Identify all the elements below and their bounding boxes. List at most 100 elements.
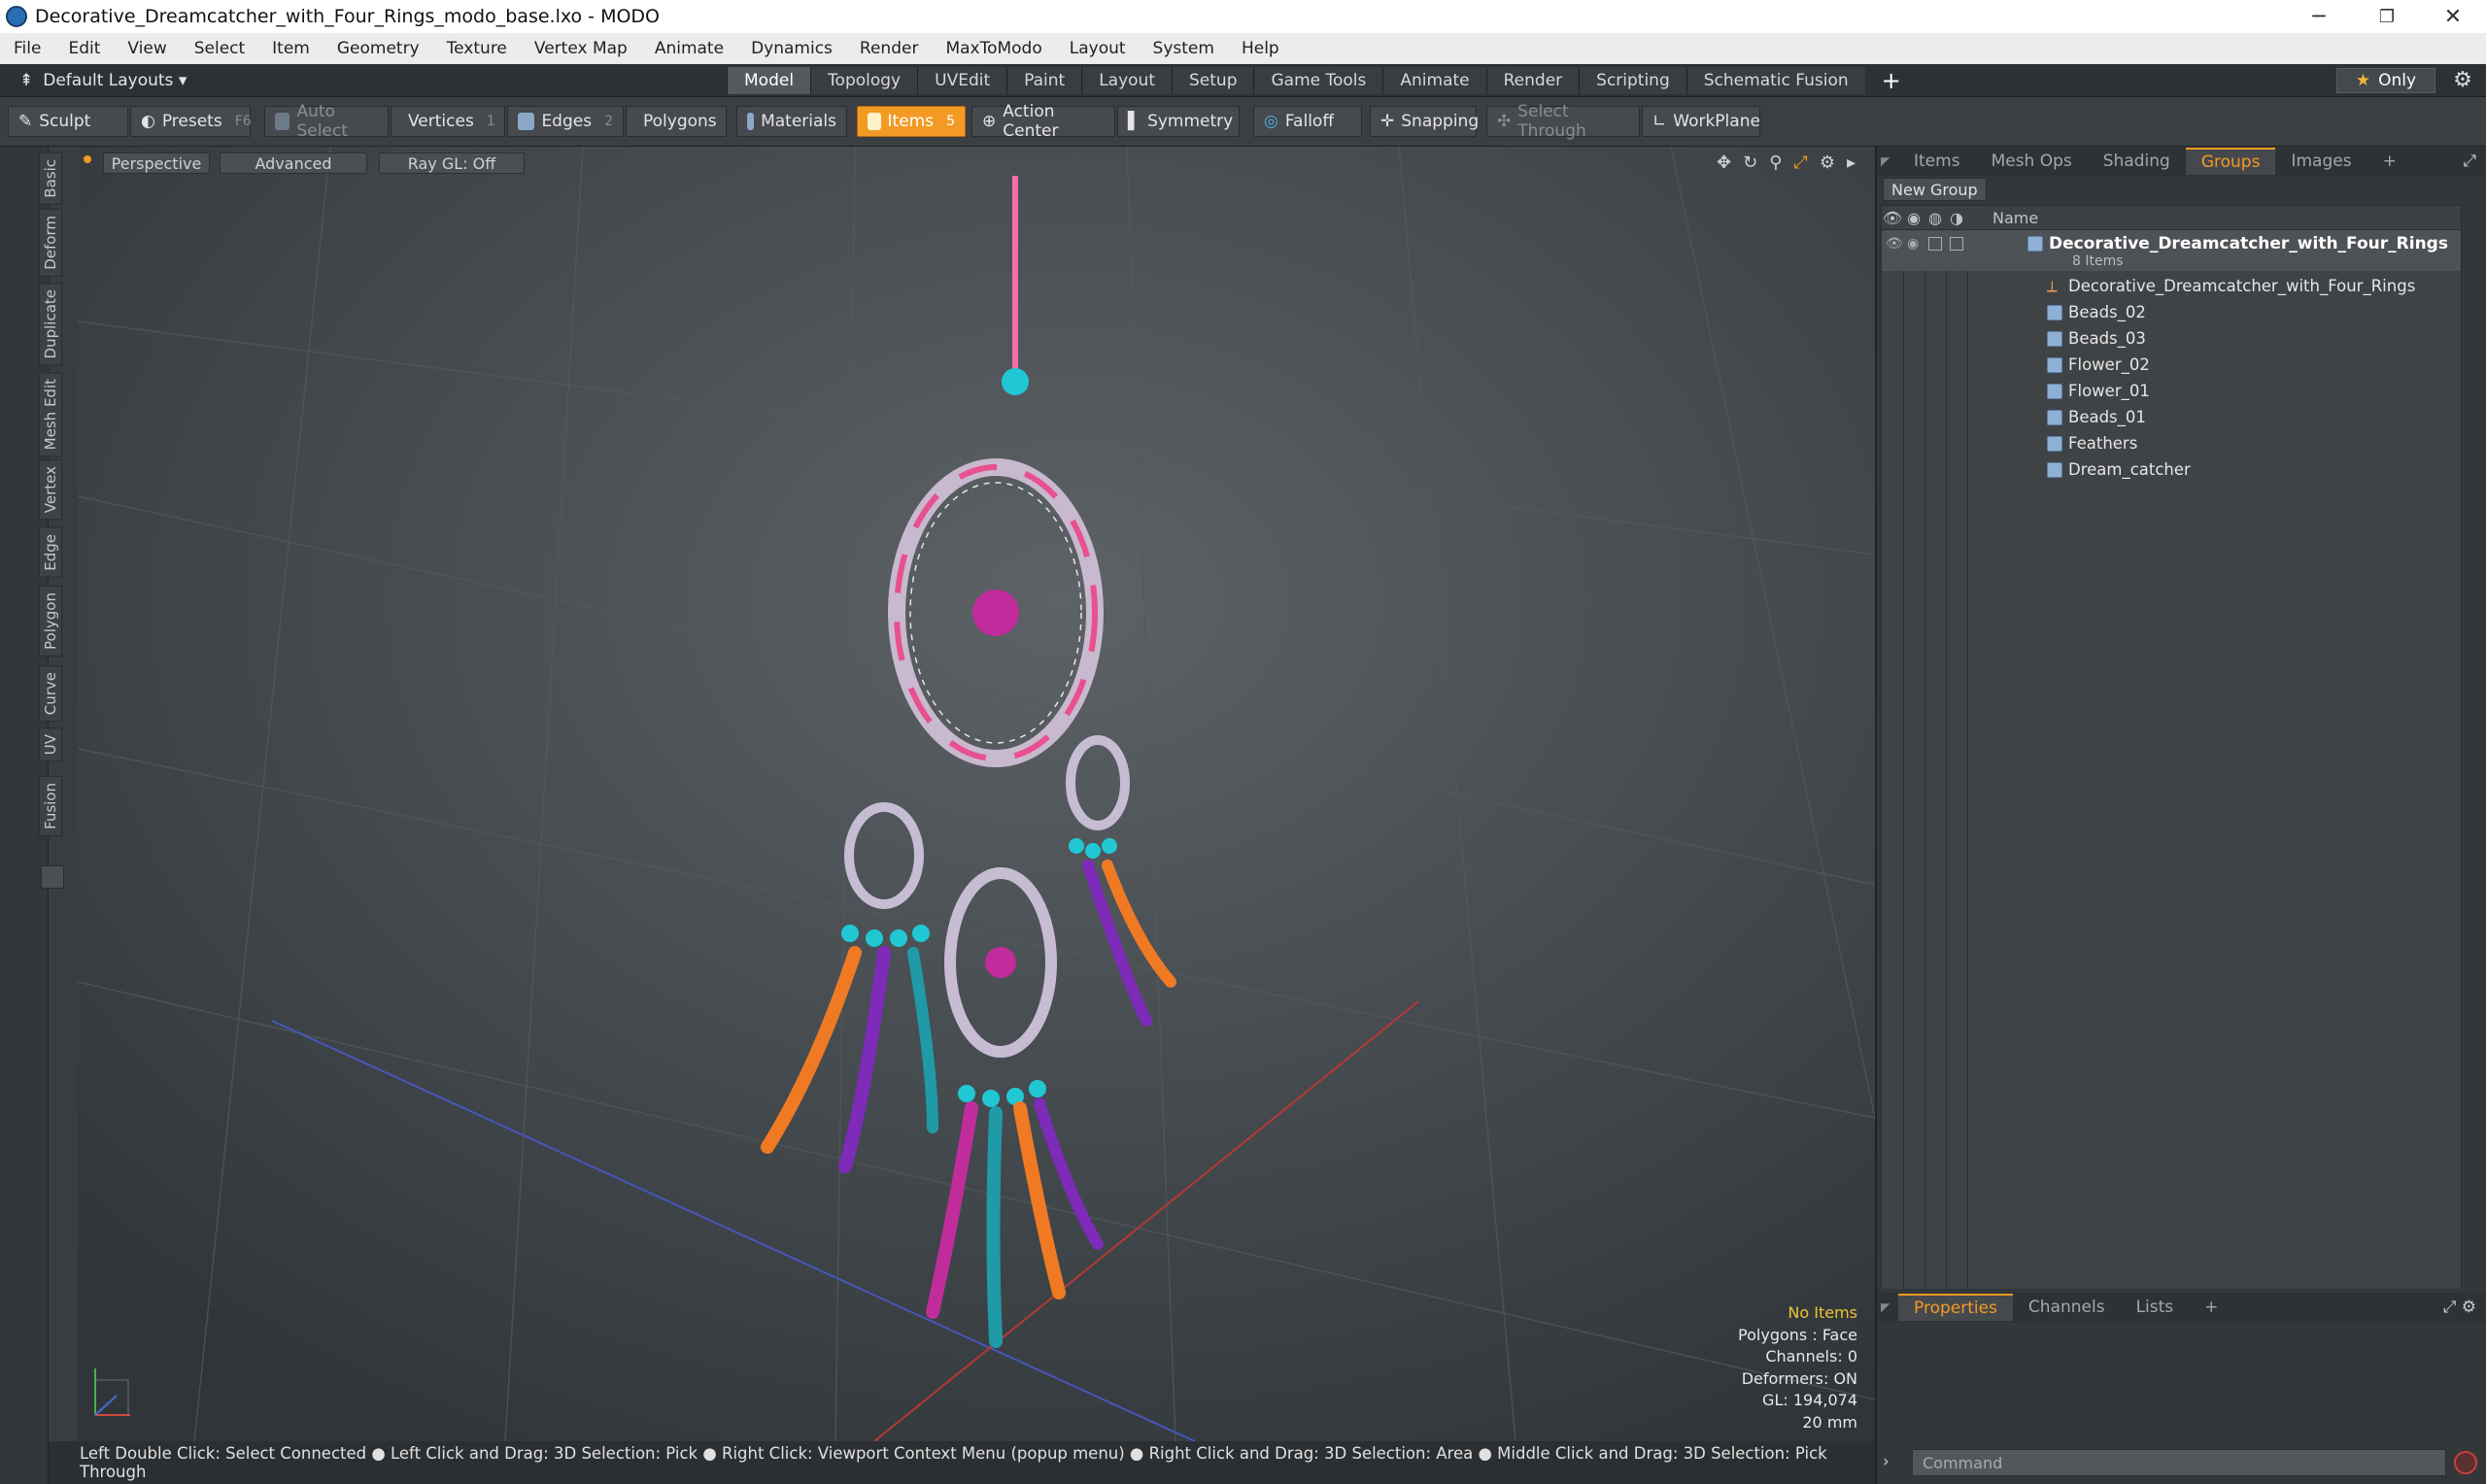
3d-viewport[interactable]: Perspective Advanced Ray GL: Off ✥ ↻ ⚲ ⤢…	[78, 147, 1875, 1441]
panel-expand-icon[interactable]: ⤢	[2463, 152, 2486, 171]
presets-button[interactable]: ◐ Presets F6	[130, 106, 252, 137]
falloff-button[interactable]: ◎ Falloff	[1253, 106, 1362, 137]
vtab-curve[interactable]: Curve	[39, 665, 62, 723]
menu-render[interactable]: Render	[846, 39, 933, 58]
tab-layout[interactable]: Layout	[1081, 67, 1172, 94]
tab-items[interactable]: Items	[1898, 148, 1976, 175]
items-button[interactable]: Items 5	[857, 106, 966, 137]
tab-lists[interactable]: Lists	[2121, 1294, 2190, 1321]
add-tab-button[interactable]: +	[1865, 67, 1918, 94]
vtab-edge[interactable]: Edge	[39, 527, 62, 578]
group-render-icon[interactable]: ◉	[1907, 236, 1919, 252]
raygl-dropdown[interactable]: Ray GL: Off	[379, 152, 525, 174]
tab-paint[interactable]: Paint	[1006, 67, 1082, 94]
tab-mesh-ops[interactable]: Mesh Ops	[1976, 148, 2088, 175]
select-through-button[interactable]: ✣ Select Through	[1486, 102, 1640, 141]
viewport-menu-arrow-icon[interactable]: ▸	[1847, 152, 1856, 173]
vtab-fusion[interactable]: Fusion	[39, 776, 62, 836]
menu-system[interactable]: System	[1140, 39, 1228, 58]
select-col-icon[interactable]: ◑	[1946, 209, 1967, 227]
vtab-polygon[interactable]: Polygon	[39, 586, 62, 657]
panel-collapse-icon[interactable]: ◤	[1877, 154, 1898, 168]
record-icon[interactable]	[2454, 1451, 2477, 1474]
menu-geometry[interactable]: Geometry	[324, 39, 433, 58]
vtab-vertex[interactable]: Vertex	[39, 459, 62, 521]
snapping-button[interactable]: ✛ Snapping	[1370, 106, 1479, 137]
menu-layout[interactable]: Layout	[1056, 39, 1140, 58]
symmetry-button[interactable]: ▌ Symmetry	[1117, 106, 1240, 137]
edges-button[interactable]: Edges 2	[507, 106, 624, 137]
add-panel-tab-button[interactable]: +	[2367, 148, 2412, 175]
only-button[interactable]: ★ Only	[2336, 68, 2435, 93]
lock-col-icon[interactable]: ◍	[1924, 209, 1946, 227]
list-item[interactable]: Feathers	[1882, 430, 2461, 456]
menu-item[interactable]: Item	[258, 39, 324, 58]
list-item[interactable]: Beads_02	[1882, 299, 2461, 325]
polygons-button[interactable]: Polygons	[626, 106, 727, 137]
settings-gear-icon[interactable]: ⚙	[2450, 68, 2475, 93]
materials-button[interactable]: Materials	[736, 106, 847, 137]
rotate-icon[interactable]: ↻	[1743, 152, 1757, 173]
close-button[interactable]: ✕	[2419, 0, 2486, 33]
group-visibility-icon[interactable]: 👁	[1886, 236, 1903, 252]
list-item[interactable]: Flower_02	[1882, 352, 2461, 378]
tab-scripting[interactable]: Scripting	[1579, 67, 1686, 94]
default-layouts-dropdown[interactable]: ⇞ Default Layouts ▾	[19, 68, 187, 93]
render-col-icon[interactable]: ◉	[1903, 209, 1924, 227]
vtab-duplicate[interactable]: Duplicate	[39, 283, 62, 366]
list-item[interactable]: Dream_catcher	[1882, 456, 2461, 483]
list-item[interactable]: Beads_03	[1882, 325, 2461, 352]
list-item[interactable]: Flower_01	[1882, 378, 2461, 404]
menu-file[interactable]: File	[0, 39, 54, 58]
pan-icon[interactable]: ✥	[1717, 152, 1731, 173]
new-group-button[interactable]: New Group	[1883, 178, 1987, 201]
viewport-settings-icon[interactable]: ⚙	[1820, 152, 1835, 173]
menu-vertex-map[interactable]: Vertex Map	[521, 39, 641, 58]
sculpt-button[interactable]: ✎ Sculpt	[8, 106, 128, 137]
add-props-tab-button[interactable]: +	[2189, 1294, 2233, 1321]
tab-game-tools[interactable]: Game Tools	[1253, 67, 1383, 94]
tab-setup[interactable]: Setup	[1172, 67, 1254, 94]
menu-animate[interactable]: Animate	[641, 39, 737, 58]
menu-select[interactable]: Select	[181, 39, 258, 58]
vtab-uv[interactable]: UV	[39, 727, 62, 762]
action-center-button[interactable]: ⊕ Action Center	[971, 102, 1115, 141]
group-row[interactable]: 👁 ◉ Decorative_Dreamcatcher_with_Four_Ri…	[1882, 230, 2461, 271]
menu-view[interactable]: View	[114, 39, 180, 58]
command-input[interactable]: Command	[1912, 1449, 2446, 1476]
list-item[interactable]: Beads_01	[1882, 404, 2461, 430]
tab-uvedit[interactable]: UVEdit	[917, 67, 1007, 94]
tab-groups[interactable]: Groups	[2185, 148, 2276, 175]
workplane-button[interactable]: ∟ WorkPlane	[1642, 106, 1760, 137]
tab-render[interactable]: Render	[1485, 67, 1580, 94]
perspective-dropdown[interactable]: Perspective	[103, 152, 210, 174]
tab-channels[interactable]: Channels	[2013, 1294, 2121, 1321]
tab-schematic-fusion[interactable]: Schematic Fusion	[1686, 67, 1865, 94]
tab-animate[interactable]: Animate	[1382, 67, 1486, 94]
list-item[interactable]: ⟂ Decorative_Dreamcatcher_with_Four_Rings	[1882, 273, 2461, 299]
tab-model[interactable]: Model	[727, 67, 811, 94]
group-lock-checkbox[interactable]	[1928, 237, 1942, 251]
tab-properties[interactable]: Properties	[1898, 1294, 2013, 1321]
tab-images[interactable]: Images	[2275, 148, 2367, 175]
restore-button[interactable]: ❐	[2353, 0, 2421, 33]
menu-dynamics[interactable]: Dynamics	[737, 39, 846, 58]
minimize-button[interactable]: ─	[2285, 0, 2353, 33]
auto-select-button[interactable]: Auto Select	[264, 102, 389, 141]
vtab-mesh-edit[interactable]: Mesh Edit	[39, 372, 62, 457]
menu-maxtomodo[interactable]: MaxToModo	[932, 39, 1055, 58]
tab-topology[interactable]: Topology	[810, 67, 918, 94]
strip-toggle-button[interactable]	[41, 865, 64, 889]
shading-dropdown[interactable]: Advanced	[220, 152, 367, 174]
vtab-basic[interactable]: Basic	[39, 152, 62, 205]
tab-shading[interactable]: Shading	[2088, 148, 2186, 175]
menu-help[interactable]: Help	[1228, 39, 1293, 58]
group-select-checkbox[interactable]	[1950, 237, 1963, 251]
props-expand-icon[interactable]: ⤢ ⚙	[2443, 1298, 2486, 1317]
menu-edit[interactable]: Edit	[54, 39, 114, 58]
vertices-button[interactable]: Vertices 1	[391, 106, 505, 137]
name-column-header[interactable]: Name	[1992, 209, 2038, 227]
menu-texture[interactable]: Texture	[433, 39, 521, 58]
maximize-icon[interactable]: ⤢	[1793, 152, 1807, 173]
props-collapse-icon[interactable]: ◤	[1877, 1300, 1898, 1314]
